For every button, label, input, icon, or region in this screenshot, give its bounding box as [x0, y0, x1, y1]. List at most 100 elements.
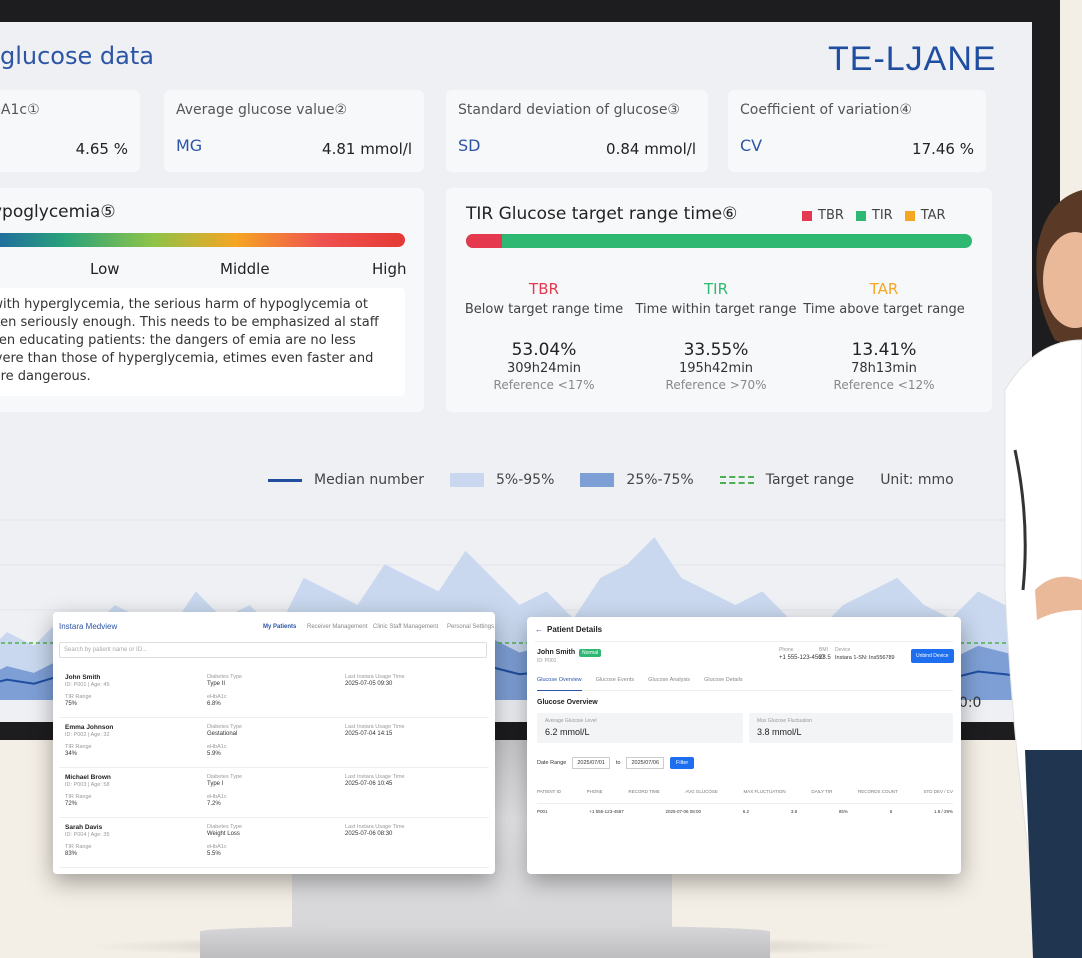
hba-value: 5.5%	[207, 851, 221, 857]
tbr-desc: Below target range time	[464, 302, 624, 317]
patient-name: Sarah Davis	[65, 824, 103, 831]
patient-row[interactable]: John Smith ID: P001 | Age: 45 TIR Range …	[59, 670, 489, 718]
doctor-illustration	[1004, 190, 1082, 958]
nav-receiver-management[interactable]: Receiver Management	[307, 624, 367, 630]
date-from-input[interactable]: 2025/07/01	[572, 757, 610, 769]
cell: 3.8	[790, 809, 798, 814]
legend-inner: 25%-75%	[626, 472, 694, 488]
col-phone: PHONE	[586, 789, 603, 794]
type-key: Diabetes Type	[207, 724, 243, 730]
cell: +1 555-123-4567	[589, 809, 624, 814]
date-to-input[interactable]: 2025/07/06	[626, 757, 665, 769]
tir-pct: 33.55%	[683, 340, 749, 360]
monitor-base	[200, 925, 770, 958]
patient-name: Emma Johnson	[65, 724, 114, 731]
patient-row[interactable]: Emma Johnson ID: P002 | Age: 32 TIR Rang…	[59, 720, 489, 768]
nav-my-patients[interactable]: My Patients	[263, 624, 296, 630]
patient-id: ID: P004 | Age: 35	[65, 832, 110, 838]
last-key: Last Instara Usage Time	[345, 774, 405, 780]
phone-value: +1 555-123-4567	[779, 655, 825, 661]
last-key: Last Instara Usage Time	[345, 724, 405, 730]
tir-key: TIR Range	[65, 744, 92, 750]
type-value: Weight Loss	[207, 831, 240, 837]
patient-id: ID: P002 | Age: 32	[65, 732, 110, 738]
patient-search-input[interactable]: Search by patient name or ID...	[59, 642, 487, 658]
tir-legend: TBR TIR TAR	[802, 208, 946, 223]
patient-id: ID: P003 | Age: 58	[65, 782, 110, 788]
table-row[interactable]: P001 +1 555-123-4567 2025-07-06 08:00 6.…	[537, 803, 953, 814]
stat-card-cv: Coefficient of variation④ CV 17.46 %	[728, 90, 986, 172]
section-title: Glucose Overview	[537, 699, 598, 706]
avg-label: Average Glucose Level	[545, 718, 597, 724]
legend-tar: TAR	[920, 208, 946, 223]
patient-row[interactable]: Sarah Davis ID: P004 | Age: 35 TIR Range…	[59, 820, 489, 868]
legend-swatch-tar	[904, 210, 915, 221]
cell: 6	[889, 809, 893, 814]
cell: 85%	[838, 809, 848, 814]
tir-title: TIR Glucose target range time⑥	[466, 204, 738, 224]
col-max-fluct: MAX FLUCTUATION	[743, 789, 786, 794]
stat-label: Coefficient of variation④	[740, 102, 912, 118]
col-patient-id: PATIENT ID	[537, 789, 562, 794]
date-range-row: Date Range 2025/07/01 to 2025/07/06 Filt…	[537, 757, 695, 769]
tar-time: 78h13min	[851, 361, 917, 376]
tbr-time: 309h24min	[506, 361, 582, 376]
back-arrow-icon[interactable]: ←	[535, 625, 543, 634]
last-value: 2025-07-04 14:15	[345, 731, 393, 737]
legend-swatch-tir	[855, 210, 866, 221]
patient-row[interactable]: Michael Brown ID: P003 | Age: 58 TIR Ran…	[59, 770, 489, 818]
tab-glucose-analysis[interactable]: Glucose Analysis	[648, 677, 690, 690]
patient-details-window: ← Patient Details John Smith Normal ID: P…	[527, 617, 961, 874]
tir-key: TIR Range	[65, 794, 92, 800]
hba-value: 5.9%	[207, 751, 221, 757]
risk-gradient-bar	[0, 233, 405, 247]
patient-id: ID: P001	[537, 658, 557, 664]
legend-inner-swatch	[580, 473, 615, 487]
avg-glucose-card: Average Glucose Level 6.2 mmol/L	[537, 713, 743, 743]
legend-tir: TIR	[871, 208, 893, 223]
type-value: Gestational	[207, 731, 238, 737]
stat-abbr: CV	[740, 136, 763, 155]
nav-personal-settings[interactable]: Personal Settings	[447, 624, 494, 630]
tir-key: TIR Range	[65, 694, 92, 700]
app-brand: Instara Medview	[59, 622, 118, 631]
page-title: glucose data	[0, 42, 154, 70]
tab-glucose-events[interactable]: Glucose Events	[596, 677, 635, 690]
type-value: Type II	[207, 681, 226, 687]
fluct-label: Max Glucose Fluctuation	[757, 718, 813, 724]
tab-glucose-overview[interactable]: Glucose Overview	[537, 677, 582, 691]
bmi-value: 23.5	[819, 655, 831, 661]
tir-value: 83%	[65, 851, 78, 857]
details-tabs: Glucose Overview Glucose Events Glucose …	[537, 677, 953, 691]
col-daily-tir: DAILY TIR	[811, 789, 833, 794]
stat-value: 4.81 mmol/l	[322, 140, 412, 158]
tir-abbr: TIR	[703, 280, 728, 298]
legend-median: Median number	[314, 472, 425, 488]
type-key: Diabetes Type	[207, 674, 243, 680]
hypoglycemia-card: ypoglycemia⑤ Low Middle High d with hype…	[0, 188, 424, 412]
level-low: Low	[90, 260, 120, 278]
tab-glucose-details[interactable]: Glucose Details	[704, 677, 743, 690]
tar-desc: Time above target range	[803, 302, 965, 317]
patient-name: John Smith	[537, 649, 576, 656]
unbind-device-button[interactable]: Unbind Device	[911, 649, 954, 663]
level-middle: Middle	[220, 260, 270, 278]
bmi-label: BMI	[819, 647, 828, 653]
details-title: Patient Details	[547, 625, 603, 634]
nav-clinic-staff[interactable]: Clinic Staff Management	[373, 624, 438, 630]
patient-name: Michael Brown	[65, 774, 111, 781]
stat-abbr: SD	[458, 136, 481, 155]
divider	[535, 641, 953, 642]
tir-value: 72%	[65, 801, 78, 807]
chart-legend: Median number 5%-95% 25%-75% Target rang…	[268, 472, 954, 488]
filter-button[interactable]: Filter	[670, 757, 695, 769]
tar-ref: Reference <12%	[833, 378, 935, 392]
type-key: Diabetes Type	[207, 774, 243, 780]
stat-card-mg: Average glucose value② MG 4.81 mmol/l	[164, 90, 424, 172]
chart-unit: Unit: mmo	[880, 472, 954, 488]
last-value: 2025-07-05 09:30	[345, 681, 393, 687]
logo-text: TE-LJANE	[828, 40, 997, 78]
hypo-description: d with hyperglycemia, the serious harm o…	[0, 288, 405, 396]
tir-desc: Time within target range	[635, 302, 797, 317]
tir-time: 195h42min	[678, 361, 754, 376]
